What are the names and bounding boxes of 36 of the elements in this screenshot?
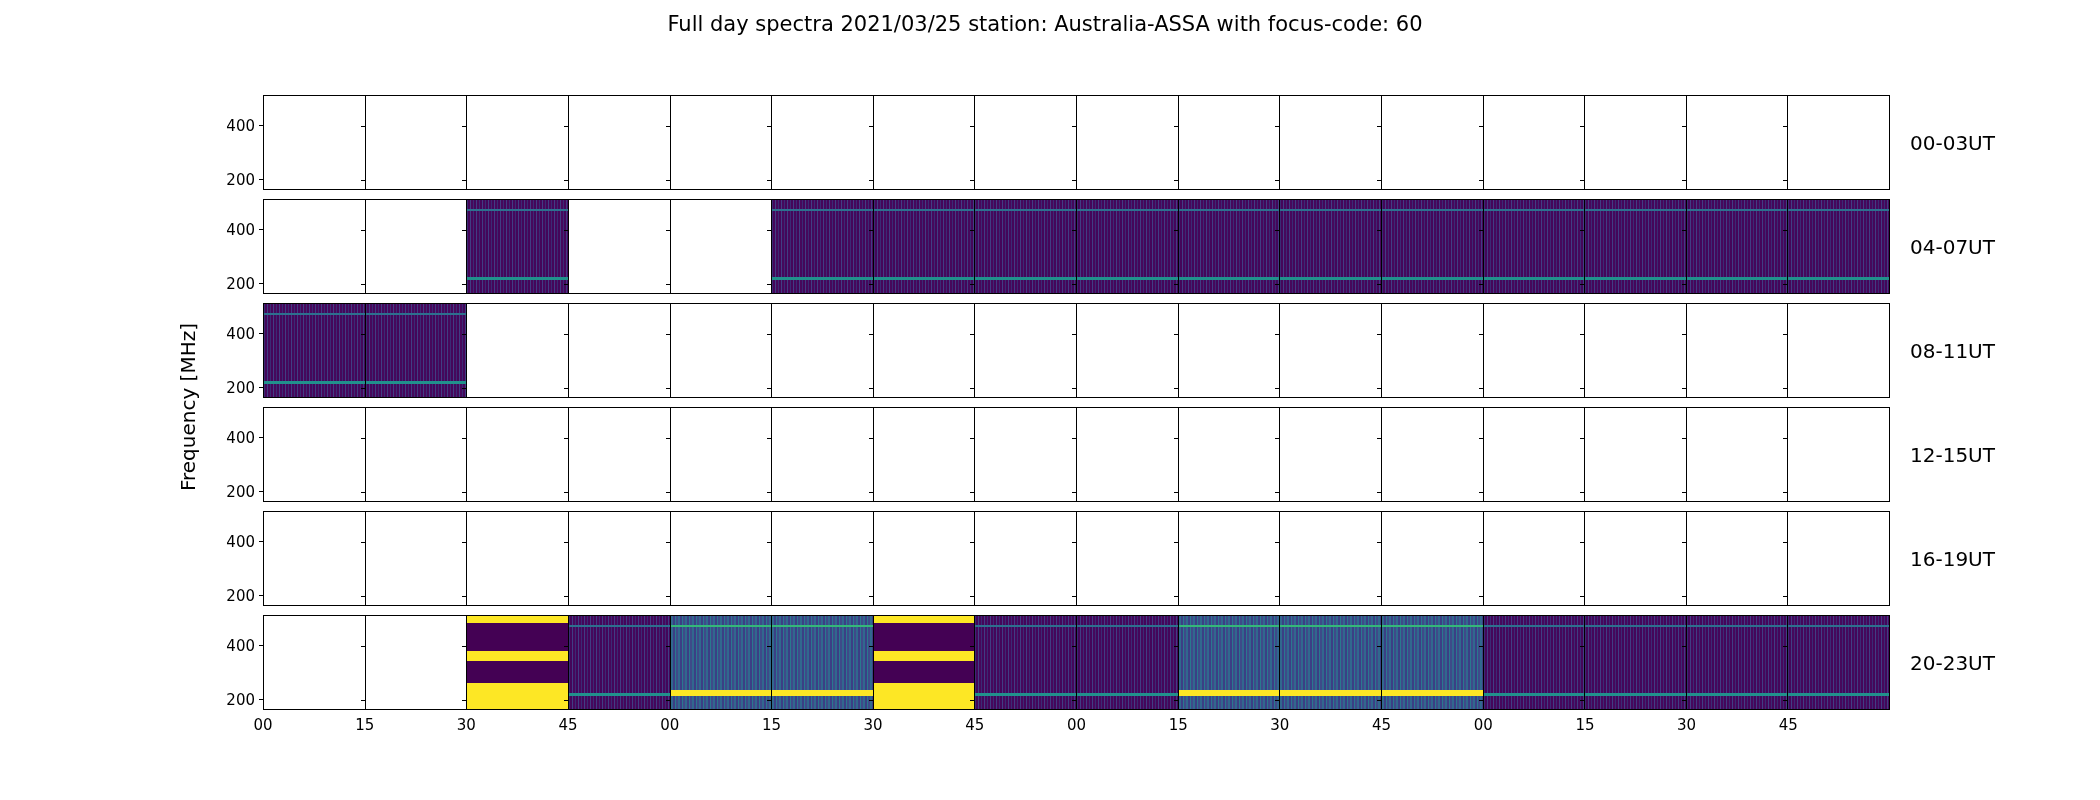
axis-label: Frequency [MHz] — [176, 323, 200, 492]
tick-label: 15 — [355, 716, 375, 734]
tick-label: 400 — [226, 221, 255, 239]
tick-label: 30 — [1677, 716, 1697, 734]
tick-label: 00 — [1473, 716, 1493, 734]
row-label: 20-23UT — [1910, 650, 1995, 675]
tick-label: 15 — [761, 716, 781, 734]
row-label: 12-15UT — [1910, 442, 1995, 467]
tick-label: 400 — [226, 117, 255, 135]
row-label: 08-11UT — [1910, 338, 1995, 363]
tick-label: 200 — [226, 171, 255, 189]
tick-label: 30 — [863, 716, 883, 734]
tick-label: 200 — [226, 691, 255, 709]
tick-label: 200 — [226, 483, 255, 501]
tick-label: 30 — [456, 716, 476, 734]
tick-label: 00 — [660, 716, 680, 734]
tick-label: 400 — [226, 533, 255, 551]
row-label: 16-19UT — [1910, 546, 1995, 571]
row-label: 04-07UT — [1910, 234, 1995, 259]
tick-label: 15 — [1575, 716, 1595, 734]
tick-label: 45 — [1778, 716, 1798, 734]
tick-label: 45 — [1372, 716, 1392, 734]
tick-label: 30 — [1270, 716, 1290, 734]
tick-label: 15 — [1168, 716, 1188, 734]
tick-label: 45 — [558, 716, 578, 734]
tick-label: 00 — [1066, 716, 1087, 734]
tick-label: 400 — [226, 429, 255, 447]
tick-label: 200 — [226, 587, 255, 605]
tick-label: 45 — [965, 716, 985, 734]
tick-label: 00 — [253, 716, 273, 734]
tick-label: 200 — [226, 379, 255, 397]
row-label: 00-03UT — [1910, 130, 1995, 155]
tick-label: 200 — [226, 275, 255, 293]
tick-label: 400 — [226, 325, 255, 343]
chart-title: Full day spectra 2021/03/25 station: Australia-ASSA with focus-code: 60 — [666, 11, 1424, 38]
tick-label: 400 — [226, 637, 255, 655]
